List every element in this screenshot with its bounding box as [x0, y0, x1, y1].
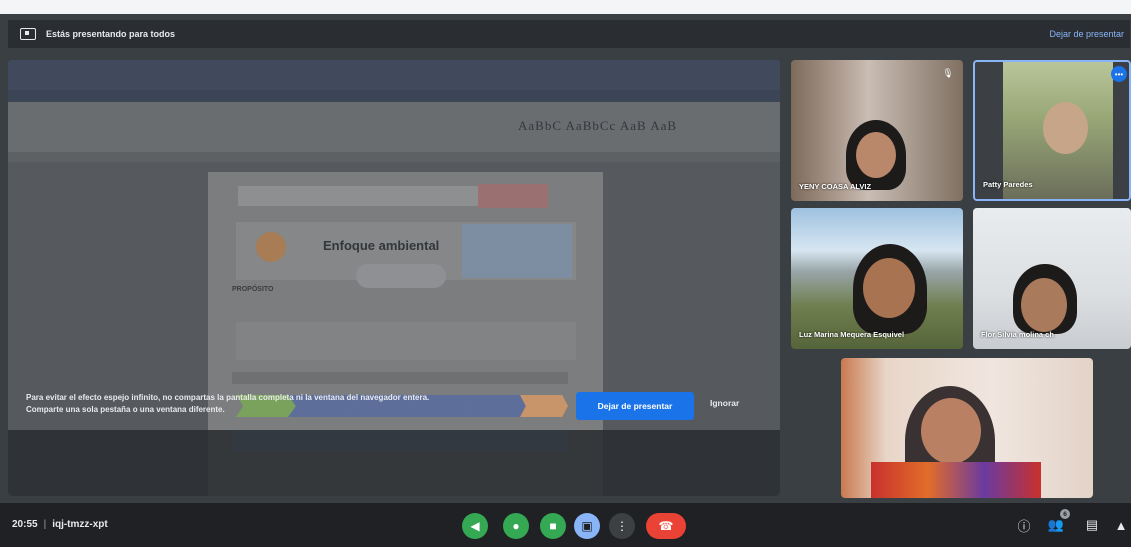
hang-up-button[interactable]: ☎ — [646, 513, 686, 539]
ignore-button[interactable]: Ignorar — [710, 398, 739, 408]
separator: | — [43, 519, 47, 530]
participant-face — [1043, 102, 1088, 154]
participant-tile[interactable]: ••• Patty Paredes — [973, 60, 1131, 201]
bottom-control-bar: 20:55 | iqj-tmzz-xpt ◀ ● ■ ▣ ⋮ ☎ ⓘ 👥 6 ▤ ▲ — [0, 503, 1131, 547]
participant-face — [1021, 278, 1067, 332]
participant-name: Patty Paredes — [983, 180, 1033, 189]
mic-icon: ● — [512, 519, 520, 533]
ribbon-style-sample: AaBbC AaBbCc AaB AaB — [518, 118, 678, 133]
participant-tile[interactable]: 🎙 YENY COASA ALVIZ — [791, 60, 963, 201]
proposito-label: PROPÓSITO — [232, 286, 274, 293]
stop-presenting-button[interactable]: Dejar de presentar — [576, 392, 694, 420]
more-vert-icon: ⋮ — [616, 519, 628, 533]
participant-name: Flor Silvia molina ch — [981, 330, 1054, 339]
section-bar — [232, 372, 568, 384]
doc-logo — [478, 184, 548, 208]
activities-icon[interactable]: ▲ — [1111, 515, 1131, 535]
participant-tile[interactable]: Luz Marina Mequera Esquivel — [791, 208, 963, 349]
camera-icon: ■ — [549, 519, 557, 533]
arrow-step-5 — [462, 395, 528, 417]
stop-presenting-link[interactable]: Dejar de presentar — [1049, 29, 1124, 39]
speaker-icon: ◀ — [470, 519, 480, 533]
present-icon — [20, 28, 36, 40]
chat-icon[interactable]: ▤ — [1082, 515, 1102, 535]
meet-window: Estás presentando para todos Dejar de pr… — [0, 0, 1131, 547]
mirror-warning-overlay — [8, 430, 780, 496]
meeting-code: iqj-tmzz-xpt — [52, 519, 108, 530]
enfoque-title: Enfoque ambiental — [323, 238, 440, 253]
camera-button[interactable]: ■ — [540, 513, 566, 539]
participant-tile[interactable]: Flor Silvia molina ch — [973, 208, 1131, 349]
word-title-bar — [8, 60, 780, 90]
present-button[interactable]: ▣ — [574, 513, 600, 539]
presenting-text: Estás presentando para todos — [46, 29, 176, 39]
enfoque-circle-icon — [256, 232, 286, 262]
word-ruler — [8, 152, 780, 162]
present-screen-icon: ▣ — [581, 519, 593, 533]
enfoque-illustration — [462, 224, 572, 278]
meeting-time: 20:55 — [12, 519, 38, 530]
resource-row — [236, 322, 576, 360]
participant-shawl — [871, 462, 1041, 498]
participant-face — [856, 132, 896, 178]
participant-face — [921, 398, 981, 464]
more-options-button[interactable]: ⋮ — [609, 513, 635, 539]
microphone-button[interactable]: ● — [503, 513, 529, 539]
participant-face — [863, 258, 915, 318]
people-count-badge: 6 — [1060, 509, 1070, 519]
browser-top-strip — [0, 0, 1131, 14]
mic-off-icon: 🎙 — [942, 67, 954, 78]
participant-name: Luz Marina Mequera Esquivel — [799, 330, 905, 339]
meeting-info: 20:55 | iqj-tmzz-xpt — [12, 519, 108, 530]
presenting-banner: Estás presentando para todos Dejar de pr… — [8, 20, 1130, 48]
word-ribbon-tabs — [8, 90, 780, 102]
audio-button[interactable]: ◀ — [462, 513, 488, 539]
phone-hangup-icon: ☎ — [658, 519, 674, 533]
participant-tile[interactable] — [841, 358, 1093, 498]
arrow-step-6 — [520, 395, 568, 417]
speaking-indicator-icon: ••• — [1111, 66, 1127, 82]
info-icon[interactable]: ⓘ — [1014, 515, 1034, 535]
participant-name: YENY COASA ALVIZ — [799, 182, 872, 191]
proposito-paragraph: PROPÓSITO — [232, 285, 562, 294]
doc-header-text — [238, 186, 478, 206]
mirror-warning-text: Para evitar el efecto espejo infinito, n… — [26, 393, 430, 414]
screen-share-preview: AaBbC AaBbCc AaB AaB Enfoque ambiental P… — [8, 60, 780, 496]
participant-video — [1003, 62, 1113, 199]
